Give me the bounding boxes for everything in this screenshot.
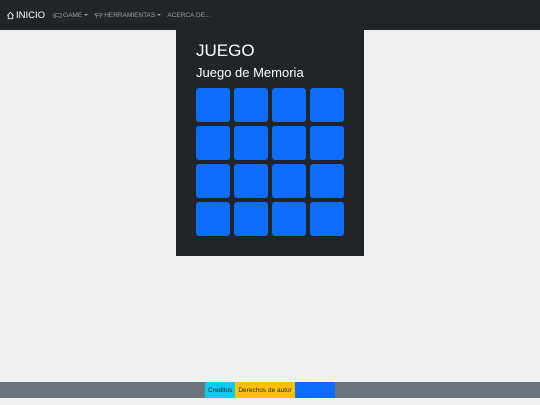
copyright-button[interactable]: Derechos de autor <box>235 382 295 398</box>
house-icon <box>6 11 15 20</box>
credits-button[interactable]: Creditos <box>205 382 236 398</box>
memory-card[interactable] <box>272 164 306 198</box>
nav-home-link[interactable]: INICIO <box>6 10 45 21</box>
memory-card[interactable] <box>196 126 230 160</box>
memory-card[interactable] <box>272 126 306 160</box>
memory-card[interactable] <box>310 164 344 198</box>
game-title: JUEGO <box>196 41 255 60</box>
memory-card[interactable] <box>234 88 268 122</box>
footer-bar: Creditos Derechos de autor Mi Empresa <box>0 382 540 398</box>
memory-card-grid <box>196 88 346 238</box>
top-navbar: INICIO GAME HERRAMIENTAS ACERCA DE... <box>0 0 540 30</box>
nav-game-label: GAME <box>63 11 83 19</box>
nav-tools-dropdown[interactable]: HERRAMIENTAS <box>94 11 162 19</box>
nav-home-label: INICIO <box>16 9 46 21</box>
memory-card[interactable] <box>196 164 230 198</box>
memory-card[interactable] <box>196 88 230 122</box>
memory-card[interactable] <box>234 164 268 198</box>
memory-card[interactable] <box>196 202 230 236</box>
memory-card[interactable] <box>310 126 344 160</box>
chevron-down-icon <box>84 14 89 16</box>
memory-game-panel: JUEGO Juego de Memoria <box>176 30 364 256</box>
memory-card[interactable] <box>272 202 306 236</box>
memory-card[interactable] <box>234 126 268 160</box>
nav-tools-label: HERRAMIENTAS <box>104 11 156 19</box>
memory-card[interactable] <box>272 88 306 122</box>
nav-about-label: ACERCA DE... <box>167 11 211 19</box>
game-subtitle: Juego de Memoria <box>196 65 304 80</box>
company-button[interactable]: Mi Empresa <box>294 382 335 398</box>
tools-icon <box>94 12 103 19</box>
memory-card[interactable] <box>310 202 344 236</box>
nav-about-link[interactable]: ACERCA DE... <box>167 12 210 19</box>
memory-card[interactable] <box>234 202 268 236</box>
memory-card[interactable] <box>310 88 344 122</box>
gamepad-icon <box>53 12 62 19</box>
nav-game-dropdown[interactable]: GAME <box>53 11 89 19</box>
chevron-down-icon <box>157 14 162 16</box>
